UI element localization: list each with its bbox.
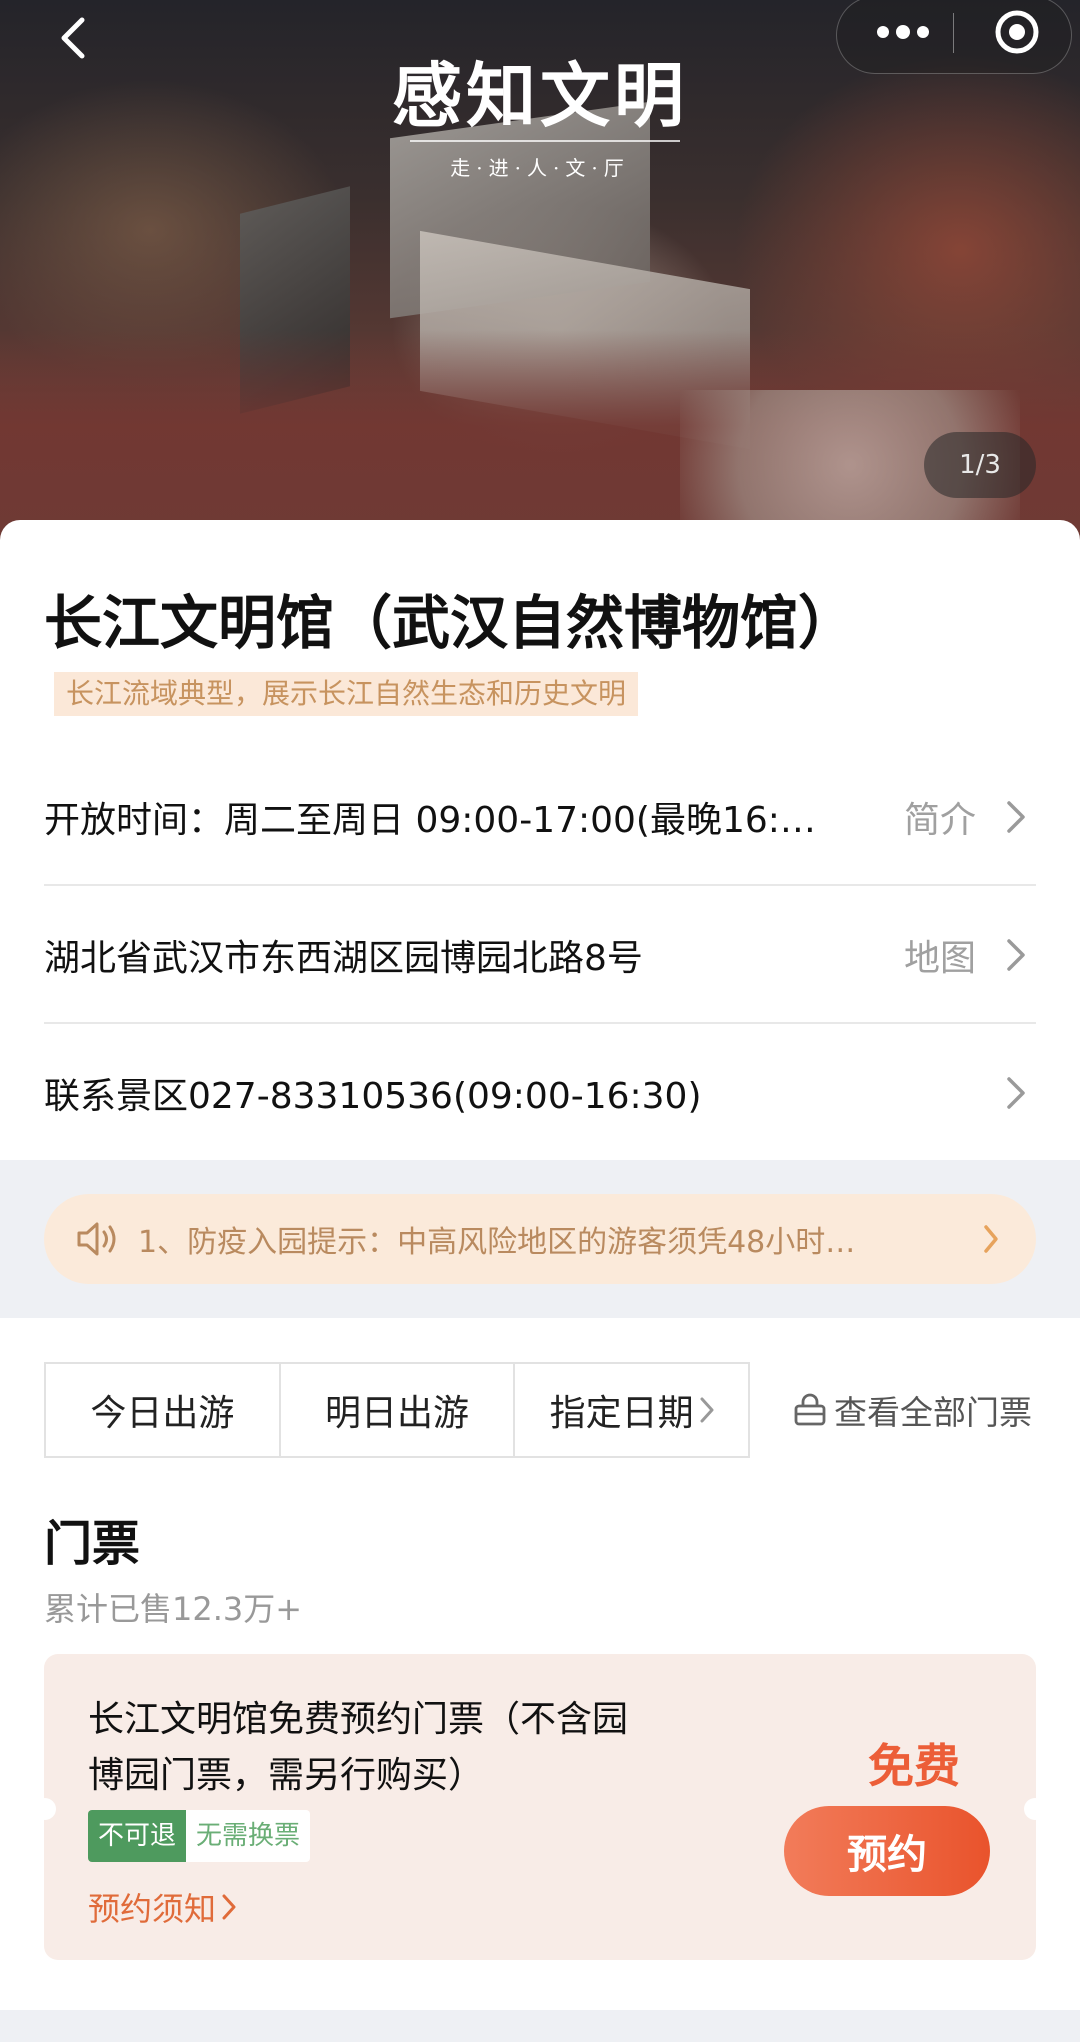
- tab-label: 指定日期: [549, 1393, 694, 1434]
- no-exchange-badge: 无需换票: [186, 1810, 311, 1862]
- address-text: 湖北省武汉市东西湖区园博园北路8号: [44, 938, 643, 979]
- ticket-card[interactable]: 长江文明馆免费预约门票（不含园博园门票，需另行购买） 不可退 无需换票 预约须知…: [34, 1654, 1046, 1960]
- close-program-button[interactable]: [977, 0, 1057, 67]
- chevron-right-icon: [976, 1219, 1006, 1259]
- map-link[interactable]: 地图: [904, 929, 976, 981]
- contact-text: 联系景区027-83310536(09:00-16:30): [44, 1076, 702, 1117]
- back-arrow-icon: [61, 17, 85, 59]
- back-button[interactable]: [44, 8, 104, 68]
- capsule-divider: [953, 13, 954, 53]
- sold-count: 累计已售12.3万+: [44, 1590, 303, 1628]
- tab-label: 今日出游: [90, 1393, 235, 1434]
- chevron-right-icon: [222, 1894, 236, 1920]
- chevron-right-icon: [700, 1397, 714, 1423]
- tab-tomorrow[interactable]: 明日出游: [281, 1364, 516, 1456]
- view-all-tickets-label: 查看全部门票: [834, 1393, 1032, 1432]
- date-tabs: 今日出游 明日出游 指定日期: [44, 1362, 750, 1458]
- mini-program-capsule: [836, 0, 1072, 74]
- ticket-name: 长江文明馆免费预约门票（不含园博园门票，需另行购买）: [88, 1699, 629, 1796]
- page-title: 长江文明馆（武汉自然博物馆）: [44, 589, 857, 657]
- more-dots-icon: [877, 25, 929, 39]
- ticket-badges: 不可退 无需换票: [88, 1810, 311, 1862]
- view-all-tickets-button[interactable]: 查看全部门票: [790, 1362, 1032, 1458]
- tab-pick-date[interactable]: 指定日期: [515, 1364, 748, 1456]
- image-pager: 1/3: [924, 432, 1036, 498]
- notice-bar[interactable]: 1、防疫入园提示：中高风险地区的游客须凭48小时…: [44, 1194, 1036, 1284]
- book-button[interactable]: 预约: [784, 1806, 990, 1896]
- chevron-right-icon: [996, 1073, 1036, 1113]
- address-row[interactable]: 湖北省武汉市东西湖区园博园北路8号 地图: [44, 886, 1036, 1024]
- tab-today[interactable]: 今日出游: [46, 1364, 281, 1456]
- shopping-bag-icon: [790, 1390, 830, 1430]
- card-notch: [1024, 1798, 1046, 1820]
- contact-row[interactable]: 联系景区027-83310536(09:00-16:30): [44, 1024, 1036, 1162]
- card-notch: [34, 1798, 56, 1820]
- chevron-right-icon: [996, 935, 1036, 975]
- opening-hours-text: 开放时间：周二至周日 09:00-17:00(最晚16:…: [44, 800, 816, 841]
- ticket-price: 免费: [868, 1739, 960, 1793]
- tab-label: 明日出游: [325, 1393, 470, 1434]
- hero-image-carousel[interactable]: 感知文明 走·进·人·文·厅 1/3: [0, 0, 1080, 560]
- section-title: 门票: [44, 1516, 141, 1572]
- target-icon: [995, 10, 1039, 54]
- booking-notice-label: 预约须知: [88, 1890, 217, 1928]
- booking-notice-link[interactable]: 预约须知: [88, 1884, 236, 1930]
- hero-divider: [410, 140, 680, 142]
- tickets-section: 今日出游 明日出游 指定日期 查看全部门票 门票 累计已售12.3万+ 长江文明…: [0, 1318, 1080, 2010]
- speaker-icon: [74, 1216, 120, 1262]
- notice-text: 1、防疫入园提示：中高风险地区的游客须凭48小时…: [138, 1225, 856, 1260]
- chevron-right-icon: [996, 797, 1036, 837]
- more-button[interactable]: [863, 0, 943, 67]
- hero-subtitle: 走·进·人·文·厅: [450, 156, 630, 180]
- intro-link[interactable]: 简介: [904, 791, 976, 843]
- opening-hours-row[interactable]: 开放时间：周二至周日 09:00-17:00(最晚16:… 简介: [44, 748, 1036, 886]
- venue-tagline: 长江流域典型，展示长江自然生态和历史文明: [54, 672, 639, 716]
- non-refundable-badge: 不可退: [88, 1810, 187, 1862]
- venue-info-card: 长江文明馆（武汉自然博物馆） 长江流域典型，展示长江自然生态和历史文明 开放时间…: [0, 520, 1080, 1160]
